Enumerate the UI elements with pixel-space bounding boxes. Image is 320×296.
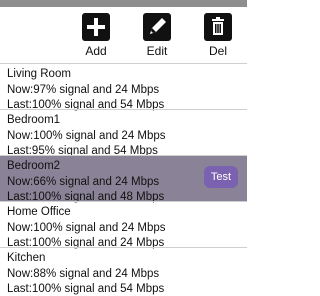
list-item-kitchen[interactable]: Kitchen Now:88% signal and 24 Mbps Last:… xyxy=(0,247,247,295)
list-item-living-room[interactable]: Living Room Now:97% signal and 24 Mbps L… xyxy=(0,63,247,111)
trash-icon xyxy=(204,13,232,41)
location-name: Bedroom1 xyxy=(7,114,61,126)
now-status: Now:100% signal and 24 Mbps xyxy=(7,221,166,234)
list-item-bedroom2[interactable]: Bedroom2 Now:66% signal and 24 Mbps Last… xyxy=(0,155,247,203)
add-button[interactable]: Add xyxy=(72,13,120,63)
location-name: Living Room xyxy=(7,68,71,80)
now-status: Now:97% signal and 24 Mbps xyxy=(7,83,160,96)
last-status: Last:100% signal and 54 Mbps xyxy=(7,283,165,295)
add-label: Add xyxy=(85,44,107,58)
now-status: Now:88% signal and 24 Mbps xyxy=(7,267,160,280)
location-name: Home Office xyxy=(7,206,71,218)
edit-button[interactable]: Edit xyxy=(133,13,181,63)
now-status: Now:100% signal and 24 Mbps xyxy=(7,129,166,142)
del-label: Del xyxy=(208,44,227,58)
pencil-icon xyxy=(143,13,171,41)
list-item-bedroom1[interactable]: Bedroom1 Now:100% signal and 24 Mbps Las… xyxy=(0,109,247,157)
delete-button[interactable]: Del xyxy=(194,13,242,63)
list-item-home-office[interactable]: Home Office Now:100% signal and 24 Mbps … xyxy=(0,201,247,249)
location-name: Kitchen xyxy=(7,252,46,264)
edit-label: Edit xyxy=(146,44,168,58)
test-button[interactable]: Test xyxy=(204,166,238,188)
screen: Add Edit Del Living Room Now:97% signal … xyxy=(0,0,247,296)
location-list: Living Room Now:97% signal and 24 Mbps L… xyxy=(0,63,247,295)
plus-icon xyxy=(82,13,110,41)
toolbar: Add Edit Del xyxy=(0,7,247,62)
status-strip xyxy=(0,0,247,7)
